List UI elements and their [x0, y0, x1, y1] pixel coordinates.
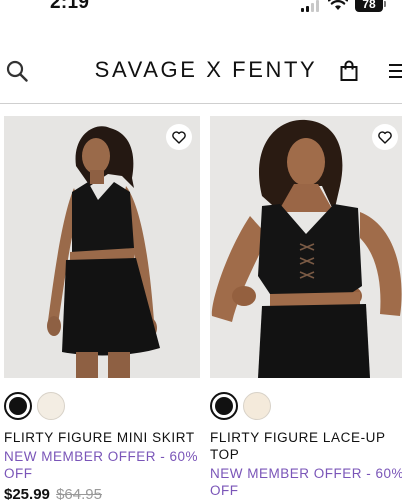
menu-icon[interactable]: [389, 63, 402, 79]
price-current: $25.99: [4, 486, 50, 500]
price-row: $25.99 $64.95: [4, 486, 200, 500]
product-title[interactable]: FLIRTY FIGURE MINI SKIRT: [4, 429, 200, 446]
product-card[interactable]: FLIRTY FIGURE LACE-UP TOP NEW MEMBER OFF…: [210, 116, 402, 499]
swatch-black[interactable]: [4, 392, 32, 420]
price-original: $64.95: [56, 486, 102, 500]
cellular-signal-icon: [301, 0, 321, 12]
battery-cap: [384, 1, 386, 7]
model-photo-top: [210, 116, 402, 378]
site-header: SAVAGE X FENTY: [0, 40, 402, 104]
status-time: 2:19: [50, 0, 90, 13]
brand-logo[interactable]: SAVAGE X FENTY: [88, 57, 324, 83]
swatch-black[interactable]: [210, 392, 238, 420]
color-swatches: [210, 392, 402, 420]
swatch-cream[interactable]: [37, 392, 65, 420]
heart-icon: [378, 130, 392, 144]
wifi-icon: [328, 0, 348, 10]
product-title[interactable]: FLIRTY FIGURE LACE-UP TOP: [210, 429, 402, 463]
battery-indicator: 78: [355, 0, 383, 12]
favorite-button[interactable]: [166, 124, 192, 150]
product-card[interactable]: FLIRTY FIGURE MINI SKIRT NEW MEMBER OFFE…: [4, 116, 200, 500]
product-image[interactable]: [4, 116, 200, 378]
member-offer: NEW MEMBER OFFER - 60% OFF: [210, 466, 402, 498]
swatch-cream[interactable]: [243, 392, 271, 420]
color-swatches: [4, 392, 200, 420]
member-offer: NEW MEMBER OFFER - 60% OFF: [4, 449, 199, 481]
search-icon[interactable]: [6, 60, 28, 82]
heart-icon: [172, 130, 186, 144]
status-bar: 2:19 78: [0, 0, 402, 18]
product-image[interactable]: [210, 116, 402, 378]
model-photo-skirt: [4, 116, 200, 378]
favorite-button[interactable]: [372, 124, 398, 150]
bag-icon[interactable]: [340, 60, 358, 82]
